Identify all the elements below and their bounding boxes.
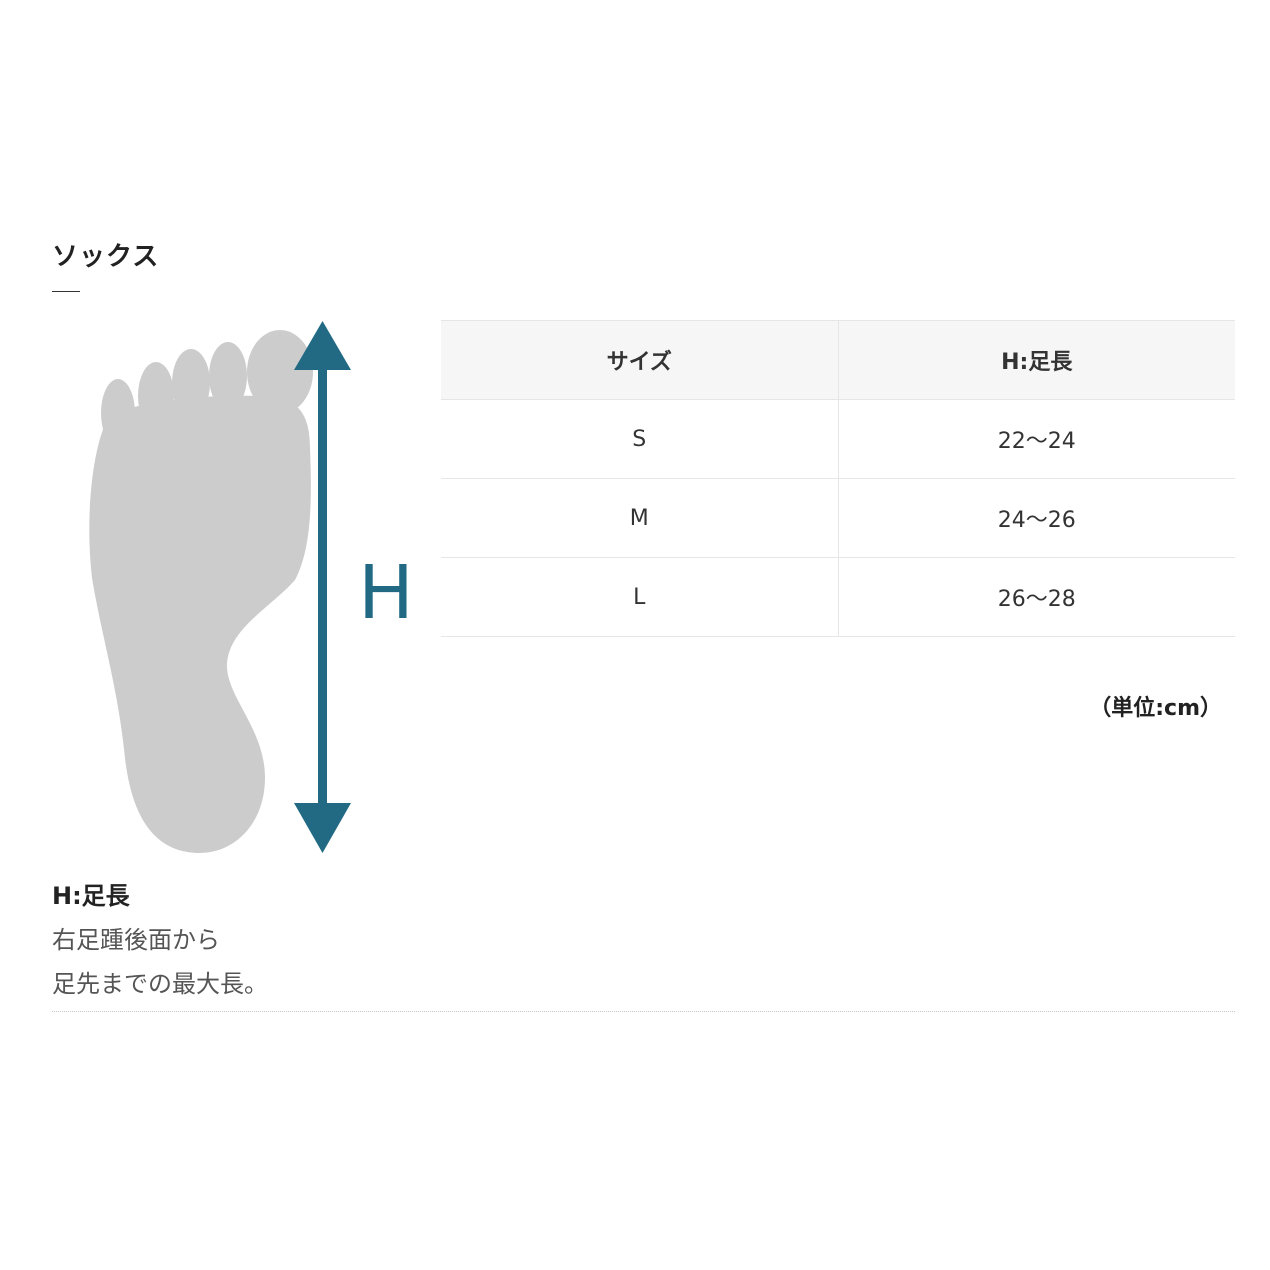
unit-note: （単位:cm） bbox=[1089, 696, 1222, 721]
foot-length-cell: 22〜24 bbox=[838, 399, 1235, 479]
foot-length-cell: 26〜28 bbox=[838, 557, 1235, 637]
legend-title: H:足長 bbox=[52, 882, 130, 910]
size-cell: S bbox=[441, 399, 839, 479]
section-title: ソックス bbox=[52, 242, 160, 272]
foot-diagram: H bbox=[89, 321, 414, 853]
table-row: L 26〜28 bbox=[441, 557, 1235, 637]
foot-sole-icon bbox=[89, 330, 313, 853]
dimension-letter: H bbox=[358, 550, 414, 636]
size-cell: L bbox=[441, 557, 839, 637]
foot-length-cell: 24〜26 bbox=[838, 478, 1235, 558]
bottom-divider bbox=[52, 1011, 1235, 1012]
header-foot-length: H:足長 bbox=[838, 320, 1235, 400]
size-table: サイズ H:足長 S 22〜24 M 24〜26 L 26〜28 bbox=[441, 320, 1235, 637]
table-header-row: サイズ H:足長 bbox=[441, 320, 1235, 400]
foot-measurement-figure: H bbox=[80, 318, 420, 858]
table-row: M 24〜26 bbox=[441, 478, 1235, 558]
size-cell: M bbox=[441, 478, 839, 558]
legend-description-line: 右足踵後面から bbox=[52, 926, 220, 954]
header-size: サイズ bbox=[441, 320, 839, 400]
table-row: S 22〜24 bbox=[441, 399, 1235, 479]
legend-description-line: 足先までの最大長。 bbox=[52, 970, 268, 998]
legend-description: 右足踵後面から 足先までの最大長。 bbox=[52, 918, 268, 1006]
title-underline bbox=[52, 291, 80, 292]
